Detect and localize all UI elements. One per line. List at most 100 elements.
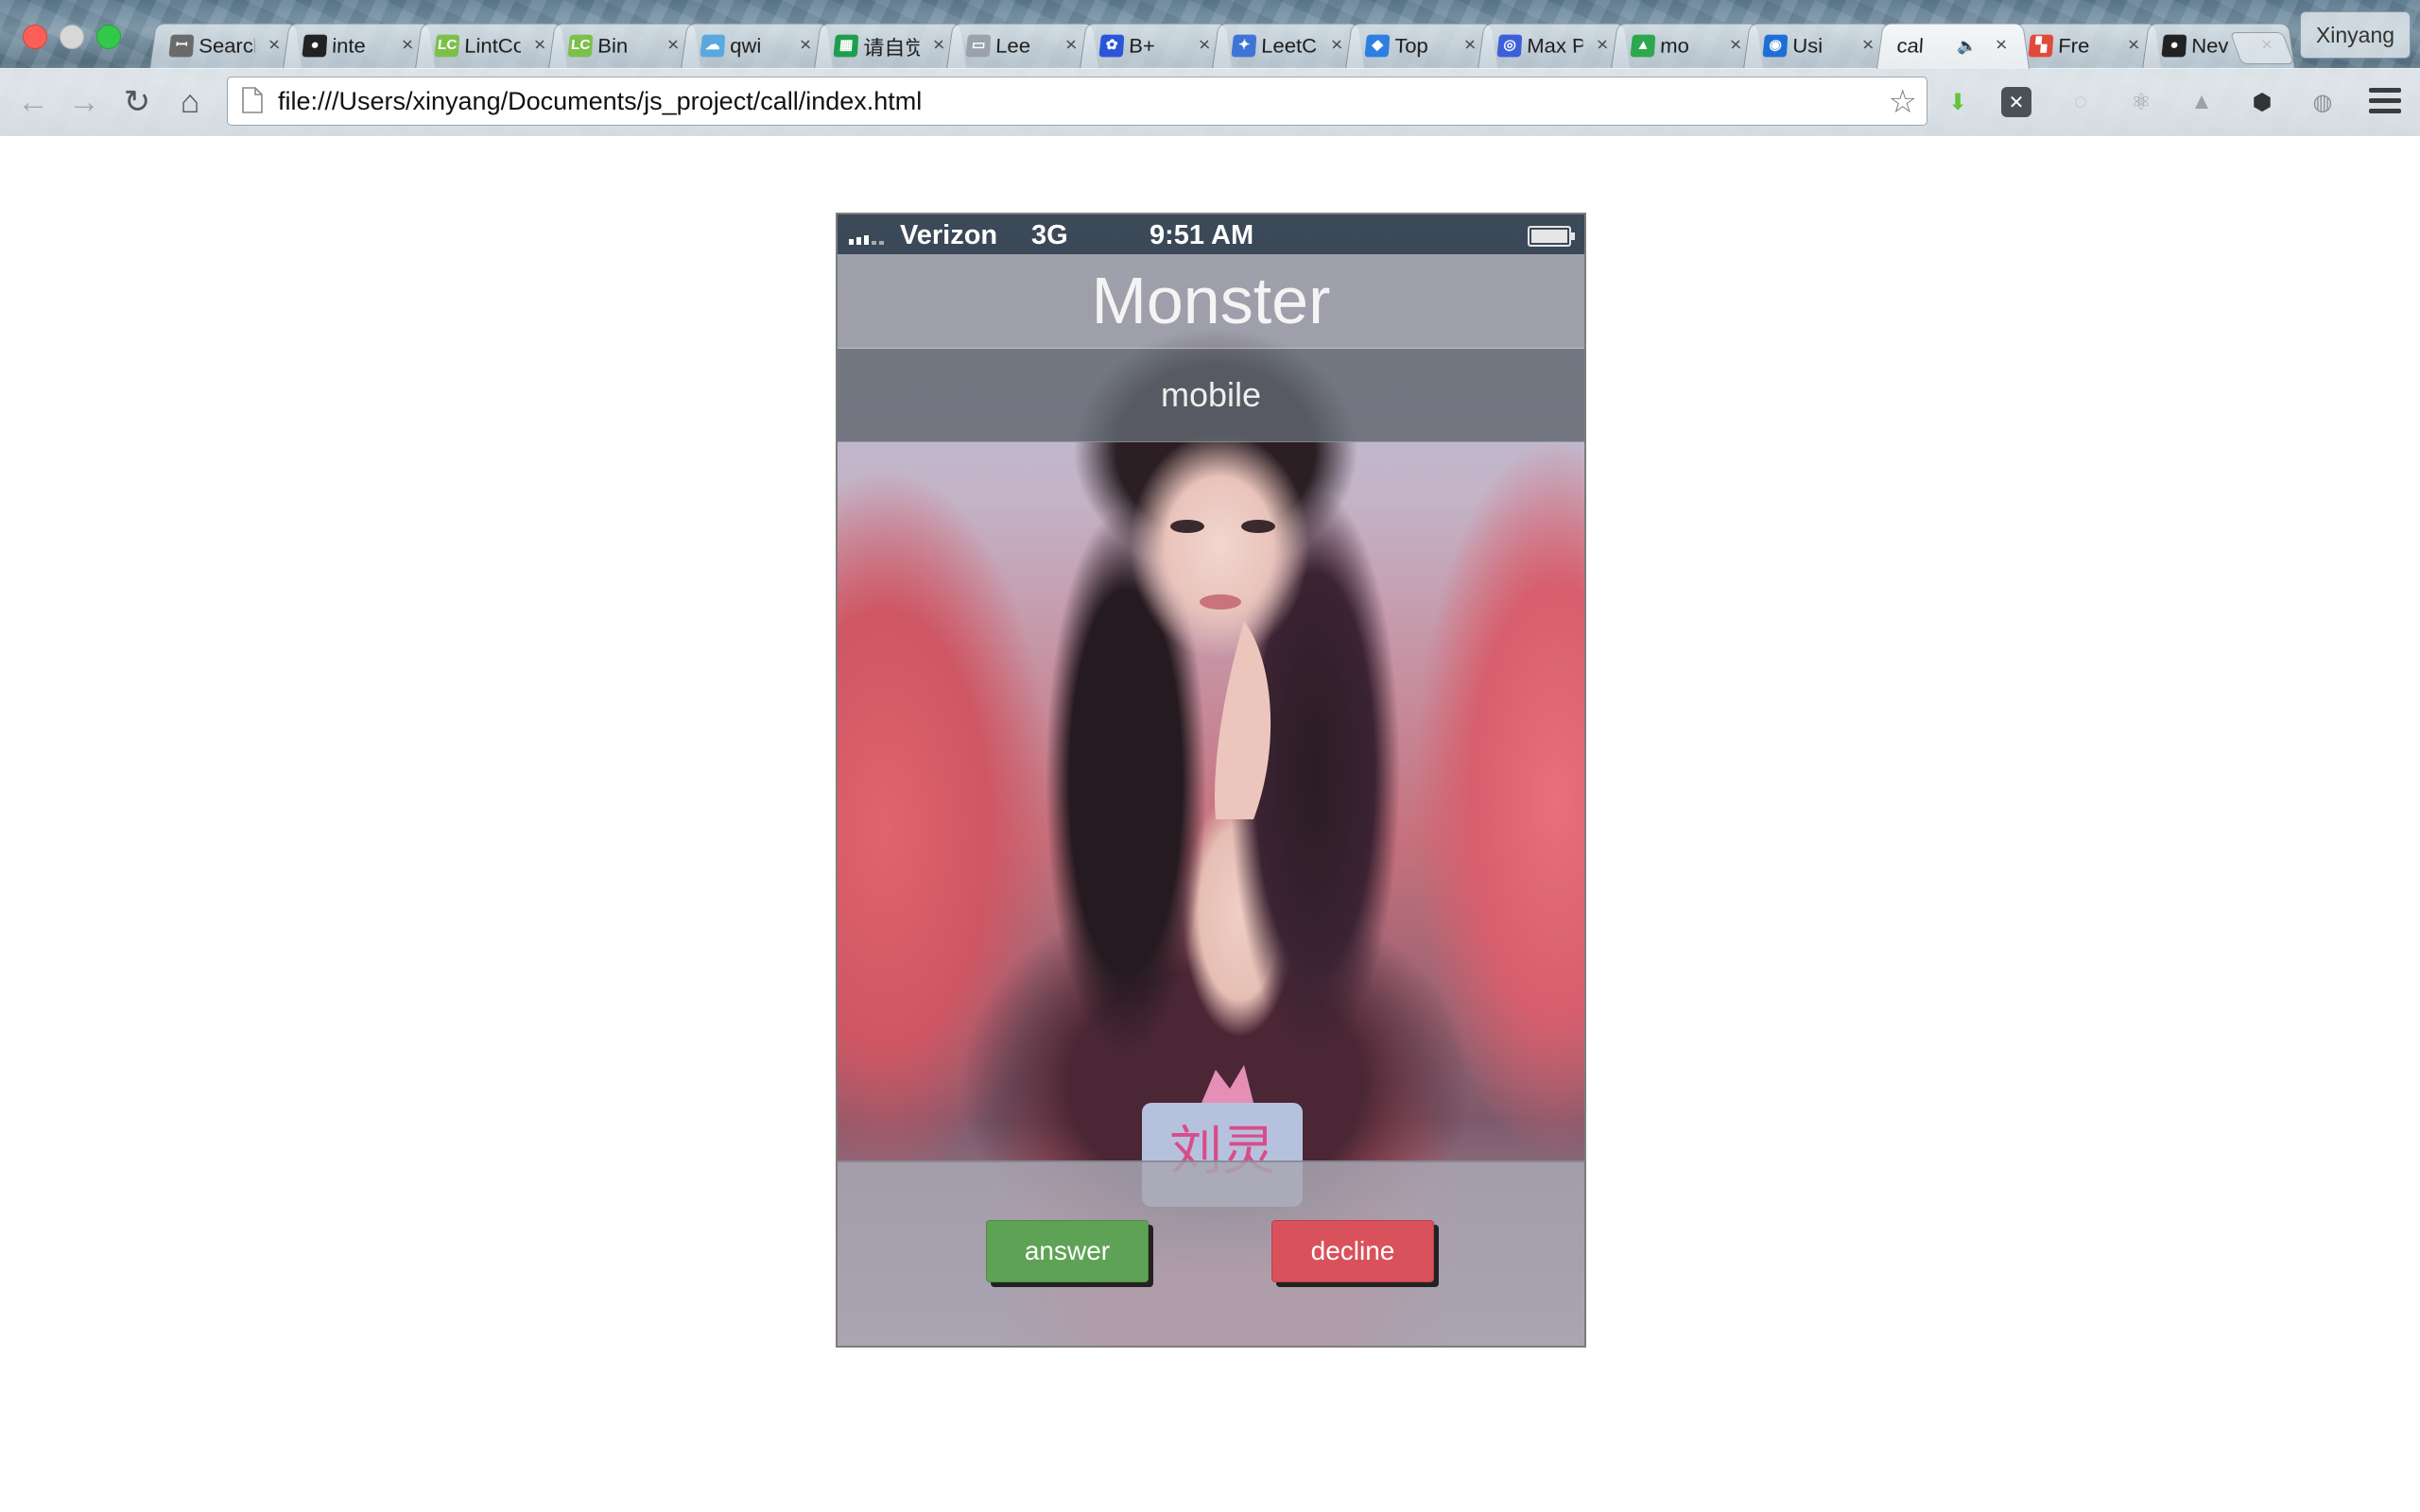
browser-tab[interactable]: cal 🔈 × — [1876, 23, 2030, 69]
tab-label: cal — [1894, 34, 1925, 57]
address-bar[interactable]: file:///Users/xinyang/Documents/js_proje… — [227, 77, 1927, 126]
signal-strength-icon — [849, 235, 884, 245]
tab-content: ◉ Usi — [1744, 25, 1850, 69]
tab-close-icon[interactable]: × — [1198, 34, 1212, 57]
profile-button[interactable]: Xinyang — [2300, 11, 2411, 59]
browser-tab[interactable]: ▲ mo × — [1610, 23, 1764, 69]
tab-favicon-icon: ● — [301, 34, 327, 58]
battery-icon — [1528, 226, 1575, 247]
window-minimize-button[interactable] — [60, 25, 84, 49]
photo-lips — [1200, 594, 1241, 610]
browser-tab[interactable]: LC LintCo × — [415, 23, 568, 69]
tab-favicon-icon: ◎ — [1496, 34, 1523, 58]
tab-close-icon[interactable]: × — [1861, 34, 1876, 57]
tab-label: B+ — [1128, 34, 1155, 57]
react-icon[interactable]: ⚛ — [2123, 84, 2159, 120]
browser-tab[interactable]: ☁ qwi × — [681, 23, 834, 69]
tab-label: LeetC — [1260, 34, 1318, 57]
tab-close-icon[interactable]: × — [1064, 34, 1079, 57]
tab-favicon-icon: ▲ — [1629, 34, 1655, 58]
tab-favicon-icon: ● — [2160, 34, 2187, 58]
tab-close-icon[interactable]: × — [799, 34, 813, 57]
drive-icon[interactable]: ▲ — [2184, 84, 2220, 120]
tab-close-icon[interactable]: × — [401, 34, 415, 57]
tab-content: cal 🔈 — [1877, 25, 1978, 69]
new-tab-button[interactable] — [2229, 32, 2295, 64]
reload-button[interactable]: ↻ — [117, 82, 157, 122]
globe-icon[interactable]: ◍ — [2305, 84, 2341, 120]
x-extension-icon[interactable]: ✕ — [2001, 87, 2031, 117]
browser-chrome: ꟷ Search × ● inte × LC LintCo × LC Bin × ☁ qwi × ▦ 请自觉 × ▭… — [0, 0, 2420, 136]
window-close-button[interactable] — [23, 25, 47, 49]
shield-icon[interactable]: ⬢ — [2244, 84, 2280, 120]
tab-close-icon[interactable]: × — [1729, 34, 1743, 57]
tab-favicon-icon: LC — [566, 34, 593, 58]
tab-favicon-icon: ✦ — [1231, 34, 1257, 58]
bookmark-star-icon[interactable]: ☆ — [1889, 83, 1917, 121]
tab-label: inte — [331, 34, 366, 57]
caller-name: Monster — [1091, 264, 1331, 337]
browser-tab[interactable]: ◉ Usi × — [1743, 23, 1896, 69]
download-arrow-icon[interactable]: ⬇ — [1940, 84, 1976, 120]
tab-favicon-icon: ▭ — [965, 34, 992, 58]
back-button[interactable]: ← — [13, 82, 53, 122]
tab-label: 请自觉 — [862, 36, 921, 60]
tab-content: ▦ 请自觉 — [815, 25, 921, 69]
browser-toolbar: ← → ↻ ⌂ file:///Users/xinyang/Documents/… — [0, 68, 2420, 136]
tab-content: ◆ Top — [1346, 25, 1452, 69]
browser-tab[interactable]: ◆ Top × — [1344, 23, 1498, 69]
browser-tab[interactable]: LC Bin × — [547, 23, 701, 69]
browser-tab[interactable]: ● inte × — [282, 23, 436, 69]
window-zoom-button[interactable] — [96, 25, 121, 49]
browser-tab[interactable]: ◎ Max P × — [1478, 23, 1631, 69]
photo-eye-left — [1170, 520, 1204, 533]
tab-close-icon[interactable]: × — [1995, 34, 2009, 57]
tab-close-icon[interactable]: × — [1596, 34, 1610, 57]
photo-eye-right — [1241, 520, 1275, 533]
decline-button[interactable]: decline — [1271, 1220, 1434, 1282]
tab-close-icon[interactable]: × — [666, 34, 681, 57]
tab-label: qwi — [729, 34, 762, 57]
tab-favicon-icon: LC — [434, 34, 460, 58]
caller-type-band: mobile — [838, 349, 1584, 442]
browser-tab[interactable]: ▦ 请自觉 × — [813, 23, 967, 69]
tab-content: ● inte — [284, 25, 389, 69]
tab-favicon-icon: ◆ — [1363, 34, 1390, 58]
tab-close-icon[interactable]: × — [533, 34, 547, 57]
reload-icon: ↻ — [123, 84, 151, 120]
forward-button[interactable]: → — [64, 82, 104, 122]
incoming-call-screen: 刘灵 Verizon 3G 9:51 AM Monster mobile ans… — [836, 213, 1586, 1348]
tab-close-icon[interactable]: × — [1330, 34, 1344, 57]
chrome-menu-button[interactable] — [2369, 88, 2401, 116]
browser-tab[interactable]: ✦ LeetC × — [1212, 23, 1365, 69]
browser-tab[interactable]: ▭ Lee × — [946, 23, 1099, 69]
answer-button[interactable]: answer — [986, 1220, 1149, 1282]
tab-favicon-icon: ✿ — [1098, 34, 1124, 58]
browser-tab[interactable]: ✿ B+ × — [1079, 23, 1233, 69]
tab-close-icon[interactable]: × — [2127, 34, 2141, 57]
photo-hand — [1215, 621, 1271, 819]
tab-audio-icon[interactable]: 🔈 — [1956, 37, 1977, 55]
tab-favicon-icon: ◉ — [1762, 34, 1789, 58]
tab-favicon-icon: ꟷ — [168, 34, 195, 58]
home-icon: ⌂ — [180, 83, 200, 120]
forward-arrow-icon: → — [68, 83, 100, 120]
tab-content: ▭ Lee — [947, 25, 1053, 69]
tab-label: Lee — [994, 34, 1031, 57]
sync-icon[interactable]: ◌ — [2063, 84, 2099, 120]
tab-label: Bin — [596, 34, 628, 57]
carrier-name: Verizon — [900, 220, 998, 250]
home-button[interactable]: ⌂ — [170, 82, 210, 122]
status-bar: Verizon 3G 9:51 AM — [838, 215, 1584, 254]
tab-close-icon[interactable]: × — [1463, 34, 1478, 57]
profile-name: Xinyang — [2315, 22, 2395, 47]
url-text: file:///Users/xinyang/Documents/js_proje… — [278, 87, 923, 115]
tab-close-icon[interactable]: × — [268, 34, 282, 57]
browser-tab[interactable]: ▚ Fre × — [2009, 23, 2162, 69]
tab-content: ▲ mo — [1612, 25, 1718, 69]
tab-content: ✦ LeetC — [1213, 25, 1319, 69]
tab-favicon-icon: ▚ — [2028, 34, 2054, 58]
browser-tab[interactable]: ꟷ Search × — [149, 23, 302, 69]
tab-close-icon[interactable]: × — [932, 34, 946, 57]
tab-favicon-icon: ☁ — [700, 34, 726, 58]
